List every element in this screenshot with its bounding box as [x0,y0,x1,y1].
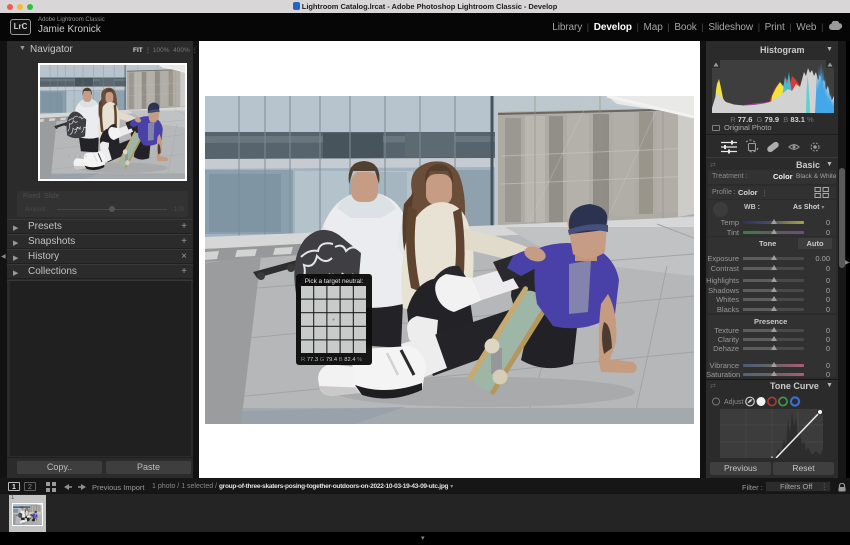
svg-text:Pick a target neutral:: Pick a target neutral: [305,278,364,285]
svg-text:R 77.3 G 79.4 B 82.4 %: R 77.3 G 79.4 B 82.4 % [301,357,362,363]
svg-text:Adjust :: Adjust : [724,399,747,406]
